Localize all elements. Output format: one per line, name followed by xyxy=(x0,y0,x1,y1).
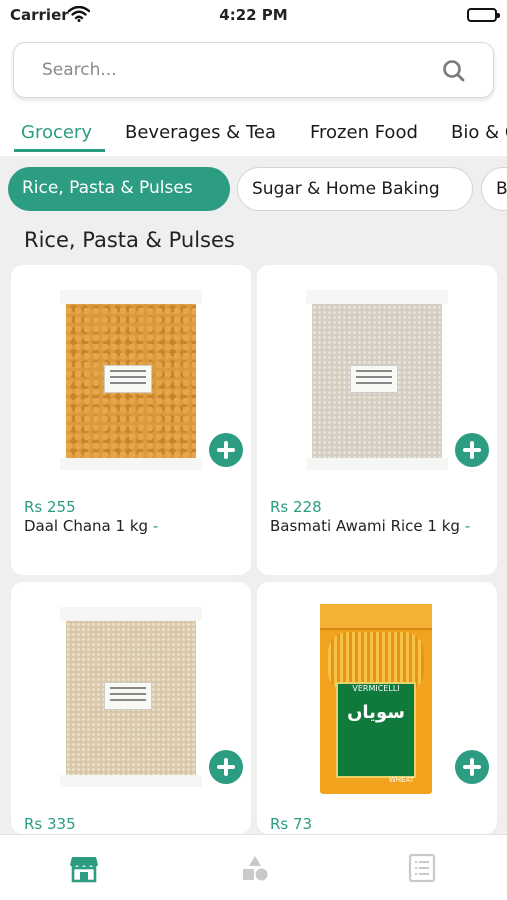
product-name: Basmati Awami Rice 1 kg - xyxy=(270,517,471,535)
tab-grocery[interactable]: Grocery xyxy=(21,122,92,143)
product-image xyxy=(60,290,202,470)
product-card[interactable]: VERMICELLI سویاں WHEAT Rs 73 xyxy=(257,582,497,834)
search-placeholder: Search... xyxy=(42,60,117,80)
header: Search... Grocery Beverages & Tea Frozen… xyxy=(0,30,507,156)
subcategory-chips: Rice, Pasta & Pulses Sugar & Home Baking… xyxy=(0,167,507,213)
section-title: Rice, Pasta & Pulses xyxy=(24,228,235,252)
categories-icon[interactable] xyxy=(240,853,268,883)
battery-icon xyxy=(467,8,500,22)
add-to-cart-button[interactable] xyxy=(209,750,243,784)
product-price: Rs 73 xyxy=(270,815,313,833)
active-tab-indicator xyxy=(14,149,105,152)
add-to-cart-button[interactable] xyxy=(209,433,243,467)
add-to-cart-button[interactable] xyxy=(455,433,489,467)
product-image: VERMICELLI سویاں WHEAT xyxy=(320,604,432,794)
status-bar: Carrier 4:22 PM xyxy=(0,0,507,30)
product-card[interactable]: Rs 255 Daal Chana 1 kg - xyxy=(11,265,251,575)
tab-beverages-tea[interactable]: Beverages & Tea xyxy=(125,122,276,143)
chip-more[interactable]: B xyxy=(481,167,507,211)
product-image xyxy=(306,290,448,470)
product-price: Rs 228 xyxy=(270,498,322,516)
tab-frozen-food[interactable]: Frozen Food xyxy=(310,122,418,143)
product-price: Rs 255 xyxy=(24,498,76,516)
bottom-nav xyxy=(0,834,507,900)
search-icon[interactable] xyxy=(441,58,467,84)
product-price: Rs 335 xyxy=(24,815,76,833)
clock: 4:22 PM xyxy=(219,6,288,24)
product-card[interactable]: Rs 335 xyxy=(11,582,251,834)
tab-bio[interactable]: Bio & G xyxy=(451,122,507,143)
chip-rice-pasta-pulses[interactable]: Rice, Pasta & Pulses xyxy=(8,167,230,211)
add-to-cart-button[interactable] xyxy=(455,750,489,784)
product-name: Daal Chana 1 kg - xyxy=(24,517,159,535)
search-input[interactable]: Search... xyxy=(13,42,494,98)
chip-sugar-home-baking[interactable]: Sugar & Home Baking xyxy=(237,167,473,211)
store-icon[interactable] xyxy=(69,853,98,883)
product-image xyxy=(60,607,202,787)
category-tabs: Grocery Beverages & Tea Frozen Food Bio … xyxy=(0,118,507,156)
list-icon[interactable] xyxy=(407,853,436,883)
product-card[interactable]: Rs 228 Basmati Awami Rice 1 kg - xyxy=(257,265,497,575)
